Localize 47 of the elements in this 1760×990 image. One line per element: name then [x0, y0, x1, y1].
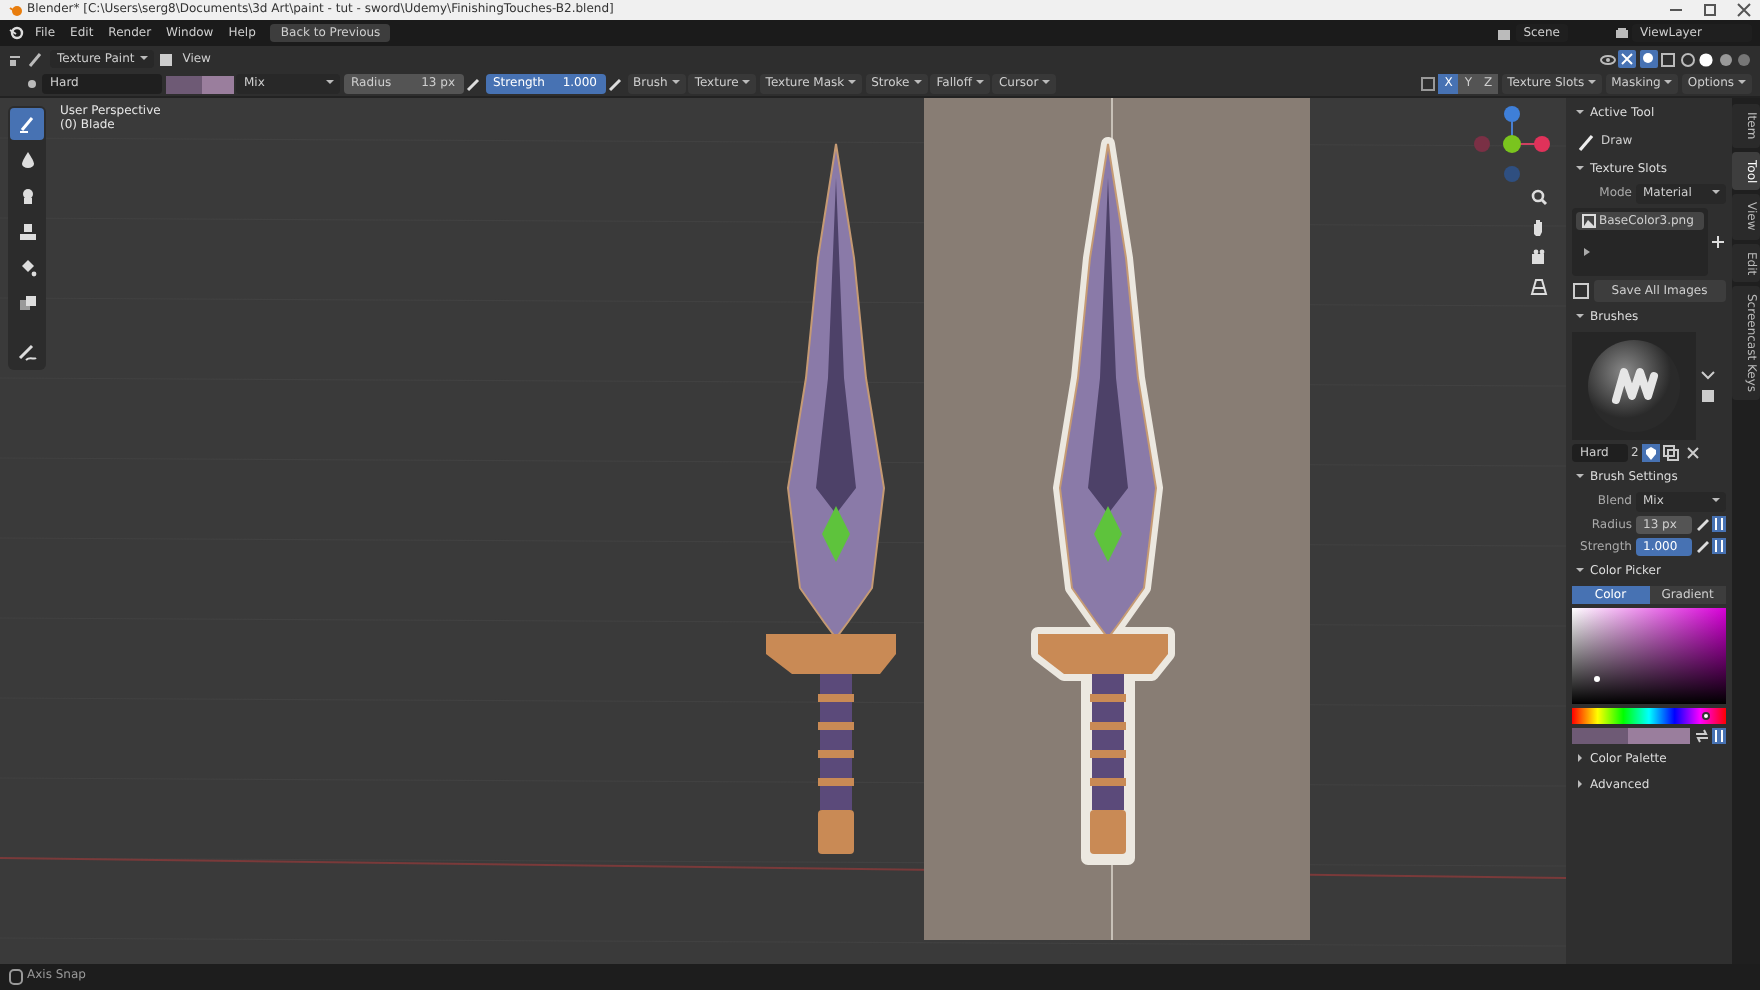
brush-icon[interactable] [23, 76, 39, 92]
pressure-icon[interactable] [466, 76, 482, 92]
bucket-icon [17, 258, 37, 278]
smudge-icon [17, 186, 37, 206]
eye-icon[interactable] [1599, 51, 1615, 67]
expand-icon[interactable] [1582, 245, 1592, 258]
wireframe-shading-icon[interactable] [1679, 51, 1695, 67]
secondary-color-swatch[interactable] [201, 75, 233, 93]
brush-icon [1578, 131, 1598, 152]
unified-icon[interactable] [1712, 516, 1726, 533]
duplicate-icon[interactable] [1662, 444, 1681, 463]
zoom-icon[interactable] [1530, 188, 1548, 206]
secondary-color-swatch[interactable] [1628, 728, 1690, 745]
hue-slider[interactable] [1572, 708, 1726, 725]
shield-icon[interactable] [1641, 444, 1660, 463]
blender-logo-icon [8, 2, 24, 18]
unified-icon[interactable] [1712, 538, 1726, 555]
perspective-grid-icon[interactable] [1530, 278, 1548, 296]
mask-icon [17, 294, 37, 314]
pencil-icon [17, 342, 37, 362]
solid-shading-icon[interactable] [1698, 51, 1714, 67]
tool-button[interactable] [10, 108, 44, 140]
maximize-icon[interactable] [1702, 2, 1718, 18]
blender-logo-icon [8, 24, 26, 42]
color-field[interactable] [1572, 608, 1726, 705]
material-shading-icon[interactable] [1717, 51, 1733, 67]
brush-preview-drawing[interactable] [1572, 331, 1696, 440]
close-icon[interactable] [1736, 2, 1752, 18]
brush-mode-icon [27, 51, 43, 67]
overlay-toggle-icon[interactable] [1639, 50, 1657, 68]
swap-icon[interactable] [1693, 728, 1709, 745]
hue-handle[interactable] [1701, 712, 1710, 721]
rendered-shading-icon[interactable] [1736, 51, 1752, 67]
drop-icon [17, 150, 37, 170]
hand-icon[interactable] [1530, 218, 1548, 236]
mouse-icon [8, 967, 24, 985]
primary-color-swatch[interactable] [165, 75, 201, 93]
navigation-gizmo[interactable] [1474, 106, 1550, 182]
camera-icon[interactable] [1530, 248, 1548, 266]
brush-icon [17, 114, 37, 134]
stamp-icon [17, 222, 37, 242]
gizmo-toggle-icon[interactable] [1618, 50, 1636, 68]
pressure-icon[interactable] [608, 76, 624, 92]
primary-color-swatch[interactable] [1572, 728, 1634, 745]
unified-icon[interactable] [1712, 728, 1726, 745]
add-icon[interactable] [1710, 233, 1726, 250]
caret-icon[interactable] [1699, 368, 1715, 385]
